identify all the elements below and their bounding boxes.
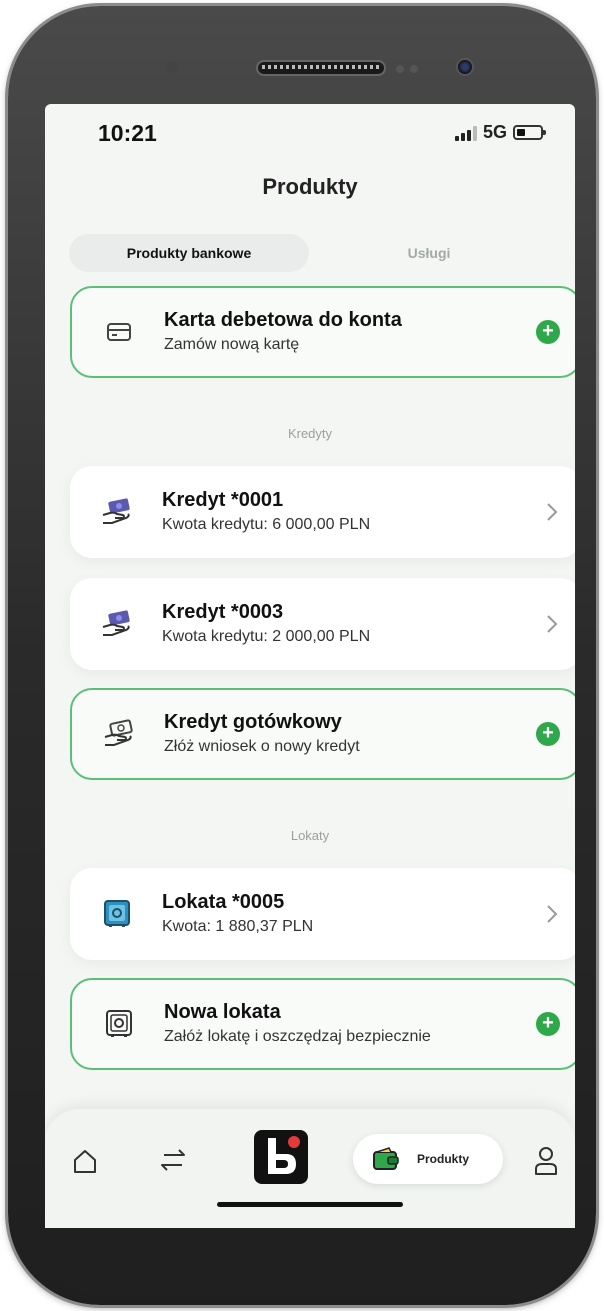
nav-profile[interactable] <box>531 1141 561 1181</box>
item-title: Kredyt gotówkowy <box>164 711 342 733</box>
item-title: Nowa lokata <box>164 1001 281 1023</box>
plus-icon: + <box>536 320 560 344</box>
home-icon <box>74 1150 96 1173</box>
card-icon <box>102 315 136 349</box>
item-subtitle: Kwota: 1 880,37 PLN <box>162 918 314 935</box>
phone-frame: 10:21 5G Produkty Produkty bankowe Usług… <box>8 6 596 1305</box>
bottom-navigation: Produkty <box>45 1109 575 1229</box>
cash-hand-icon <box>100 495 134 529</box>
tab-services[interactable]: Usługi <box>329 234 529 272</box>
safe-icon <box>100 897 134 931</box>
status-indicators: 5G <box>454 122 546 143</box>
chevron-right-icon <box>547 615 558 633</box>
safe-icon <box>102 1007 136 1041</box>
item-title: Lokata *0005 <box>162 891 285 913</box>
cash-hand-icon <box>100 607 134 641</box>
item-title: Kredyt *0003 <box>162 601 284 623</box>
signal-icon <box>454 125 477 141</box>
cash-hand-icon <box>102 717 136 751</box>
nav-products[interactable]: Produkty <box>353 1134 503 1184</box>
section-label-credits: Kredyty <box>287 426 333 441</box>
nav-products-label: Produkty <box>417 1152 470 1166</box>
item-subtitle: Kwota kredytu: 6 000,00 PLN <box>162 516 371 533</box>
item-subtitle: Kwota kredytu: 2 000,00 PLN <box>162 628 371 645</box>
proximity-sensor <box>166 61 178 73</box>
indicator-dot <box>410 65 418 73</box>
plus-icon: + <box>536 1012 560 1036</box>
item-title: Kredyt *0001 <box>162 489 284 511</box>
nav-brand-logo[interactable] <box>251 1127 311 1187</box>
item-subtitle: Załóż lokatę i oszczędzaj bezpiecznie <box>164 1028 431 1045</box>
home-indicator[interactable] <box>217 1202 403 1207</box>
page-title: Produkty <box>262 174 358 199</box>
deposit-item[interactable]: Lokata *0005 Kwota: 1 880,37 PLN <box>70 868 575 960</box>
item-subtitle: Złóż wniosek o nowy kredyt <box>164 738 360 755</box>
new-debit-card-item[interactable]: Karta debetowa do konta Zamów nową kartę… <box>70 286 575 378</box>
new-deposit-item[interactable]: Nowa lokata Załóż lokatę i oszczędzaj be… <box>70 978 575 1070</box>
item-subtitle: Zamów nową kartę <box>164 336 300 353</box>
section-label-deposits: Lokaty <box>290 828 330 843</box>
nav-home[interactable] <box>67 1141 103 1181</box>
front-camera <box>456 58 474 76</box>
brand-logo <box>254 1130 308 1184</box>
new-cash-loan-item[interactable]: Kredyt gotówkowy Złóż wniosek o nowy kre… <box>70 688 575 780</box>
credit-item[interactable]: Kredyt *0003 Kwota kredytu: 2 000,00 PLN <box>70 578 575 670</box>
nav-transfers[interactable] <box>151 1141 195 1181</box>
app-screen: 10:21 5G Produkty Produkty bankowe Usług… <box>45 104 575 1229</box>
tab-bank-products[interactable]: Produkty bankowe <box>69 234 309 272</box>
bottom-bezel <box>38 1228 582 1298</box>
battery-icon <box>513 125 546 140</box>
item-title: Karta debetowa do konta <box>164 309 402 331</box>
transfer-icon <box>161 1149 185 1171</box>
credit-item[interactable]: Kredyt *0001 Kwota kredytu: 6 000,00 PLN <box>70 466 575 558</box>
tab-bar: Produkty bankowe Usługi <box>69 234 559 272</box>
network-type: 5G <box>482 122 507 142</box>
profile-icon <box>535 1147 557 1175</box>
speaker-grille <box>262 65 380 69</box>
plus-icon: + <box>536 722 560 746</box>
chevron-right-icon <box>547 503 558 521</box>
chevron-right-icon <box>547 905 558 923</box>
wallet-icon <box>373 1147 399 1170</box>
status-time: 10:21 <box>98 120 157 146</box>
indicator-dot <box>396 65 404 73</box>
